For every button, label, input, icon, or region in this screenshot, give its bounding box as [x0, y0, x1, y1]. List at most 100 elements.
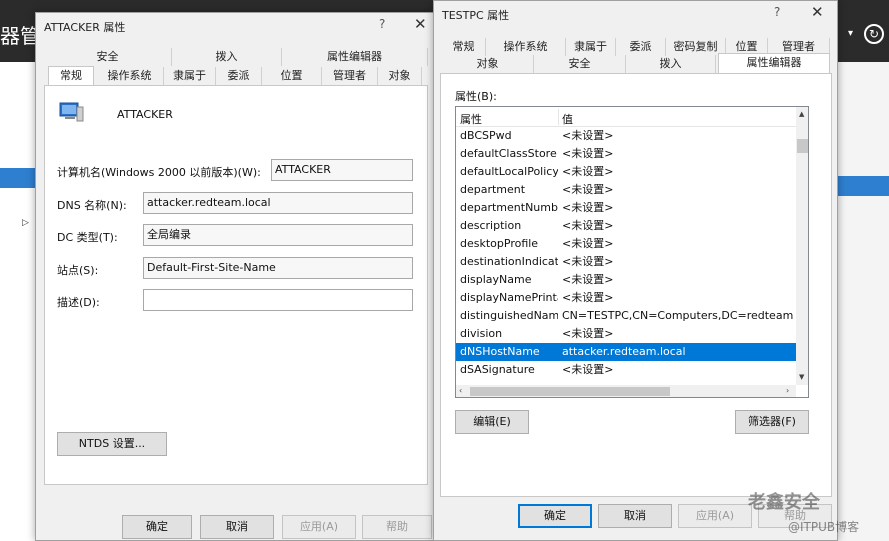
pre2000-name-field[interactable]: ATTACKER — [271, 159, 413, 181]
ntds-settings-button[interactable]: NTDS 设置... — [57, 432, 167, 456]
table-row[interactable]: destinationIndicator <未设置> — [456, 253, 796, 271]
attribute-name-cell: description — [460, 219, 522, 232]
table-row[interactable]: departmentNumber <未设置> — [456, 199, 796, 217]
attribute-value-cell: <未设置> — [562, 327, 614, 340]
attacker-properties-dialog: ATTACKER 属性 ? ✕ 安全 拨入 属性编辑器 常规 操作系统 隶属于 … — [35, 12, 435, 541]
table-row[interactable]: distinguishedName CN=TESTPC,CN=Computers,… — [456, 307, 796, 325]
help-button[interactable]: 帮助 — [362, 515, 432, 539]
dns-name-field[interactable]: attacker.redteam.local — [143, 192, 413, 214]
horizontal-scrollbar[interactable]: ‹ › — [456, 385, 796, 397]
ok-button[interactable]: 确定 — [518, 504, 592, 528]
table-row[interactable]: dNSHostName attacker.redteam.local — [456, 343, 796, 361]
tab-general[interactable]: 常规 — [48, 66, 94, 86]
refresh-icon[interactable]: ↻ — [864, 24, 884, 44]
list-header: 属性 值 — [456, 107, 796, 127]
attribute-name-cell: dBCSPwd — [460, 129, 512, 142]
description-field[interactable] — [143, 289, 413, 311]
attribute-name-cell: dNSHostName — [460, 345, 540, 358]
tab-security[interactable]: 安全 — [534, 55, 626, 73]
chevron-down-icon[interactable]: ▾ — [848, 28, 853, 39]
pre2000-name-label: 计算机名(Windows 2000 以前版本)(W): — [57, 166, 261, 179]
scroll-down-icon[interactable]: ▼ — [799, 373, 804, 381]
dns-name-label: DNS 名称(N): — [57, 199, 127, 212]
edit-button[interactable]: 编辑(E) — [455, 410, 529, 434]
attribute-name-cell: distinguishedName — [460, 309, 558, 322]
tab-object[interactable]: 对象 — [442, 55, 534, 73]
attribute-name-cell: displayNamePrinta... — [460, 291, 558, 304]
attribute-value-cell: <未设置> — [562, 129, 614, 142]
attribute-value-cell: <未设置> — [562, 273, 614, 286]
attribute-name-cell: desktopProfile — [460, 237, 539, 250]
dc-type-field[interactable]: 全局编录 — [143, 224, 413, 246]
scrollbar-thumb[interactable] — [797, 139, 808, 153]
tab-security[interactable]: 安全 — [44, 48, 172, 66]
dc-type-label: DC 类型(T): — [57, 231, 118, 244]
table-row[interactable]: defaultClassStore <未设置> — [456, 145, 796, 163]
tab-delegation[interactable]: 委派 — [616, 38, 666, 56]
attribute-name-cell: displayName — [460, 273, 532, 286]
tree-expander-icon[interactable]: ▷ — [22, 218, 29, 228]
tab-managed-by[interactable]: 管理者 — [322, 67, 378, 85]
tab-member-of[interactable]: 隶属于 — [164, 67, 216, 85]
attribute-value-cell: <未设置> — [562, 219, 614, 232]
help-icon[interactable]: ? — [774, 5, 780, 19]
site-label: 站点(S): — [57, 264, 99, 277]
attribute-value-cell: <未设置> — [562, 165, 614, 178]
tab-attribute-editor[interactable]: 属性编辑器 — [282, 48, 428, 66]
cancel-button[interactable]: 取消 — [200, 515, 274, 539]
close-icon[interactable]: ✕ — [414, 15, 427, 33]
table-row[interactable]: dSASignature <未设置> — [456, 361, 796, 379]
tab-password-replication[interactable]: 密码复制 — [666, 38, 726, 56]
attribute-value-cell: CN=TESTPC,CN=Computers,DC=redteam,DC=lo — [562, 309, 794, 322]
table-row[interactable]: description <未设置> — [456, 217, 796, 235]
attribute-editor-panel: 属性(B): 属性 值 dBCSPwd <未设置> defaultClassStor… — [440, 73, 832, 497]
table-row[interactable]: dBCSPwd <未设置> — [456, 127, 796, 145]
attribute-name-cell: dSASignature — [460, 363, 535, 376]
table-row[interactable]: displayName <未设置> — [456, 271, 796, 289]
tab-delegation[interactable]: 委派 — [216, 67, 262, 85]
vertical-scrollbar[interactable]: ▲ ▼ — [796, 107, 808, 385]
attribute-value-cell: <未设置> — [562, 237, 614, 250]
close-icon[interactable]: ✕ — [811, 3, 824, 21]
column-header-value[interactable]: 值 — [562, 111, 573, 127]
tab-attribute-editor[interactable]: 属性编辑器 — [718, 53, 830, 73]
ok-button[interactable]: 确定 — [122, 515, 192, 539]
horizontal-scrollbar-thumb[interactable] — [470, 387, 670, 396]
table-row[interactable]: defaultLocalPolicy... <未设置> — [456, 163, 796, 181]
table-row[interactable]: displayNamePrinta... <未设置> — [456, 289, 796, 307]
testpc-properties-dialog: TESTPC 属性 ? ✕ 常规 操作系统 隶属于 委派 密码复制 位置 管理者… — [433, 0, 838, 541]
background-window-title: 器管 — [0, 24, 40, 48]
dialog-title: ATTACKER 属性 — [44, 21, 126, 34]
tab-operating-system[interactable]: 操作系统 — [96, 67, 164, 85]
attribute-value-cell: attacker.redteam.local — [562, 345, 686, 358]
scroll-left-icon[interactable]: ‹ — [459, 386, 462, 395]
tab-dial-in[interactable]: 拨入 — [172, 48, 282, 66]
scroll-right-icon[interactable]: › — [786, 386, 789, 395]
list-rows: dBCSPwd <未设置> defaultClassStore <未设置> defaul… — [456, 127, 796, 379]
column-header-attribute[interactable]: 属性 — [460, 111, 482, 127]
general-tab-panel: ATTACKER 计算机名(Windows 2000 以前版本)(W): ATT… — [44, 85, 428, 485]
tab-location[interactable]: 位置 — [262, 67, 322, 85]
filter-button[interactable]: 筛选器(F) — [735, 410, 809, 434]
column-divider[interactable] — [558, 109, 559, 125]
site-field[interactable]: Default-First-Site-Name — [143, 257, 413, 279]
table-row[interactable]: division <未设置> — [456, 325, 796, 343]
tab-object[interactable]: 对象 — [378, 67, 422, 85]
apply-button[interactable]: 应用(A) — [678, 504, 752, 528]
attributes-label: 属性(B): — [455, 90, 497, 103]
help-icon[interactable]: ? — [379, 17, 385, 31]
tab-general[interactable]: 常规 — [442, 38, 486, 56]
table-row[interactable]: department <未设置> — [456, 181, 796, 199]
attribute-value-cell: <未设置> — [562, 201, 614, 214]
tab-operating-system[interactable]: 操作系统 — [486, 38, 566, 56]
tab-member-of[interactable]: 隶属于 — [566, 38, 616, 56]
attribute-value-cell: <未设置> — [562, 255, 614, 268]
scroll-up-icon[interactable]: ▲ — [799, 110, 804, 118]
attribute-list[interactable]: 属性 值 dBCSPwd <未设置> defaultClassStore <未设置> d… — [455, 106, 809, 398]
cancel-button[interactable]: 取消 — [598, 504, 672, 528]
apply-button[interactable]: 应用(A) — [282, 515, 356, 539]
tab-dial-in[interactable]: 拨入 — [626, 55, 716, 73]
dialog-title: TESTPC 属性 — [442, 9, 510, 22]
background-right-selected-row[interactable] — [835, 176, 889, 196]
table-row[interactable]: desktopProfile <未设置> — [456, 235, 796, 253]
